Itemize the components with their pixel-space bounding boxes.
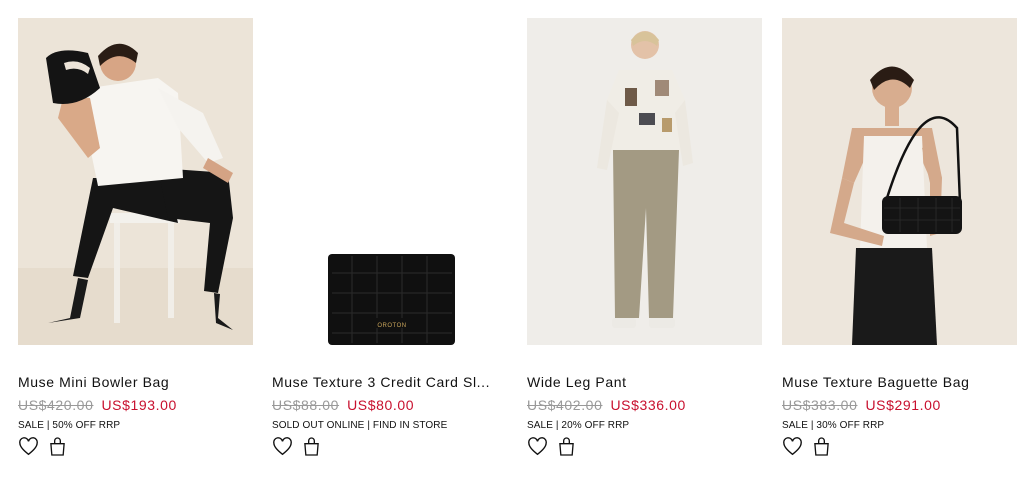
shopping-bag-icon[interactable]	[813, 437, 830, 456]
sale-badge: SALE | 50% OFF RRP	[18, 420, 121, 431]
price-row: US$420.00 US$193.00	[18, 397, 253, 414]
heart-icon[interactable]	[782, 437, 803, 456]
product-actions	[527, 437, 762, 456]
heart-icon[interactable]	[272, 437, 293, 456]
product-photo-wide-leg-pant	[527, 18, 762, 345]
shopping-bag-icon[interactable]	[49, 437, 66, 456]
product-title[interactable]: Muse Texture 3 Credit Card Sl...	[272, 374, 507, 391]
price-row: US$88.00 US$80.00	[272, 397, 507, 414]
sale-price: US$80.00	[347, 397, 415, 413]
product-actions	[272, 437, 507, 456]
product-photo-baguette-bag	[782, 18, 1017, 345]
brand-stamp: OROTON	[377, 323, 406, 329]
shopping-bag-icon[interactable]	[558, 437, 575, 456]
price-row: US$402.00 US$336.00	[527, 397, 762, 414]
product-actions	[782, 437, 1017, 456]
product-card: Wide Leg Pant US$402.00 US$336.00 SALE | …	[527, 18, 762, 456]
product-image[interactable]	[18, 18, 253, 345]
sale-price: US$291.00	[865, 397, 941, 413]
product-title[interactable]: Wide Leg Pant	[527, 374, 762, 391]
product-image[interactable]	[527, 18, 762, 345]
product-photo-card-holder: OROTON	[272, 18, 507, 345]
stock-badge: SOLD OUT ONLINE | FIND IN STORE	[272, 420, 448, 431]
product-title[interactable]: Muse Mini Bowler Bag	[18, 374, 253, 391]
sale-badge: SALE | 20% OFF RRP	[527, 420, 630, 431]
sale-price: US$336.00	[610, 397, 686, 413]
product-title[interactable]: Muse Texture Baguette Bag	[782, 374, 1017, 391]
product-image[interactable]	[782, 18, 1017, 345]
original-price: US$88.00	[272, 397, 340, 413]
original-price: US$420.00	[18, 397, 94, 413]
product-image[interactable]: OROTON	[272, 18, 507, 345]
original-price: US$383.00	[782, 397, 858, 413]
product-photo-bowler-bag	[18, 18, 253, 345]
product-card: Muse Texture Baguette Bag US$383.00 US$29…	[782, 18, 1017, 456]
product-card: Muse Mini Bowler Bag US$420.00 US$193.00 …	[18, 18, 253, 456]
price-row: US$383.00 US$291.00	[782, 397, 1017, 414]
shopping-bag-icon[interactable]	[303, 437, 320, 456]
heart-icon[interactable]	[527, 437, 548, 456]
heart-icon[interactable]	[18, 437, 39, 456]
product-card: OROTON Muse Texture 3 Credit Card Sl... …	[272, 18, 507, 456]
product-actions	[18, 437, 253, 456]
original-price: US$402.00	[527, 397, 603, 413]
sale-badge: SALE | 30% OFF RRP	[782, 420, 885, 431]
sale-price: US$193.00	[101, 397, 177, 413]
product-grid: Muse Mini Bowler Bag US$420.00 US$193.00 …	[0, 0, 1036, 479]
